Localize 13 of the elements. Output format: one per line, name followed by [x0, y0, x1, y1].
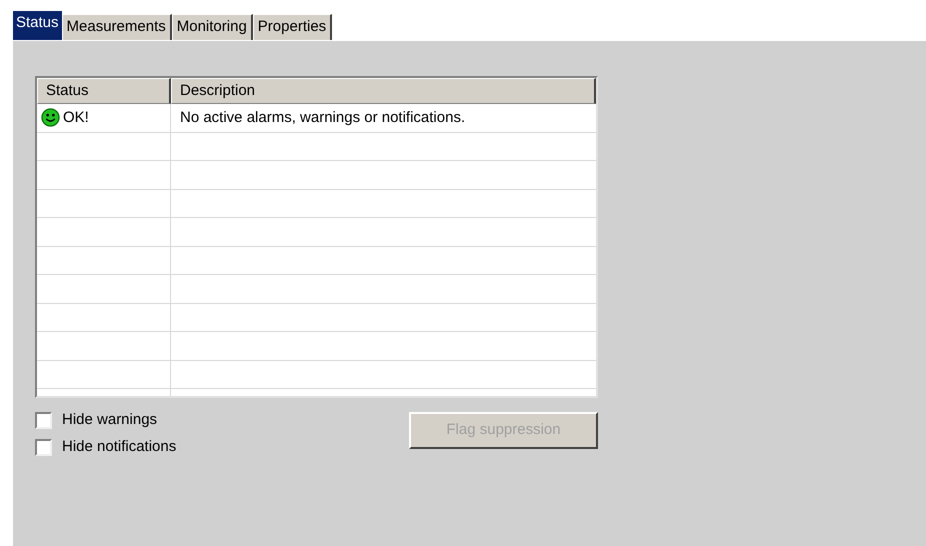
tab[interactable]: Measurements	[62, 14, 172, 40]
checkbox-label: Hide warnings	[62, 410, 158, 430]
smiley-icon	[41, 108, 60, 128]
tab[interactable]: Status	[12, 10, 62, 40]
checkbox-label: Hide notifications	[62, 436, 176, 457]
column-header[interactable]: Description	[171, 78, 596, 104]
tab[interactable]: Monitoring	[172, 14, 253, 40]
checkbox[interactable]	[35, 412, 52, 428]
checkbox[interactable]	[35, 438, 52, 456]
tab[interactable]: Properties	[252, 14, 332, 40]
column-header[interactable]: Status	[37, 78, 171, 104]
table-cell-text: No active alarms, warnings or notifications.	[180, 108, 466, 128]
table-cell-text: OK!	[63, 108, 89, 128]
